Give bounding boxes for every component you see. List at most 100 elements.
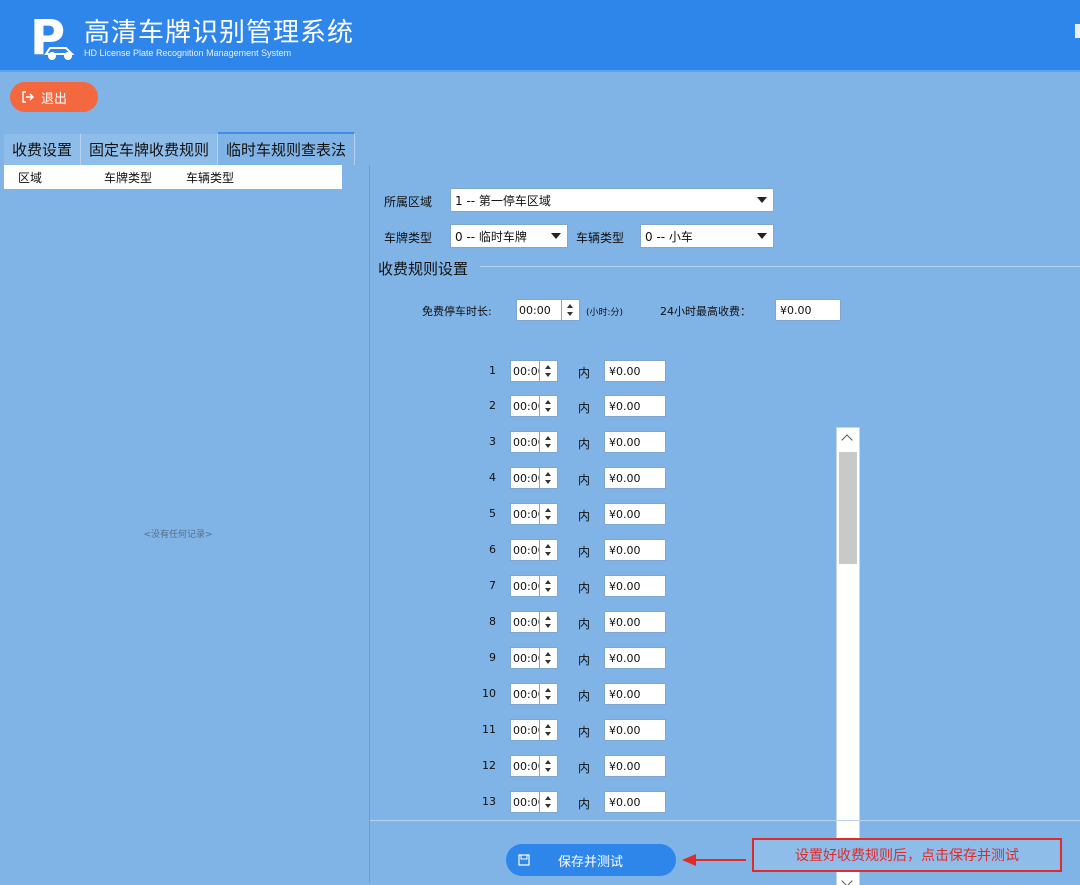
rule-fee-input[interactable]: ¥0.00	[604, 647, 666, 669]
rule-time-input[interactable]: 00:00	[510, 575, 540, 597]
tab-fixed-plate-rules[interactable]: 固定车牌收费规则	[81, 134, 219, 165]
rule-fee-input[interactable]: ¥0.00	[604, 395, 666, 417]
rule-time-value: 00:00	[513, 651, 539, 665]
rule-time-input[interactable]: 00:00	[510, 719, 540, 741]
area-select[interactable]: 1 -- 第一停车区域	[450, 188, 774, 212]
rule-fee-input[interactable]: ¥0.00	[604, 683, 666, 705]
vehicle-type-value: 0 -- 小车	[645, 229, 693, 244]
rule-time-stepper[interactable]	[540, 539, 558, 561]
rule-time-input[interactable]: 00:00	[510, 683, 540, 705]
rule-time-input[interactable]: 00:00	[510, 611, 540, 633]
rule-within-label: 内	[578, 401, 591, 415]
rule-index: 6	[489, 543, 496, 556]
rule-fee-input[interactable]: ¥0.00	[604, 791, 666, 813]
rule-time-stepper[interactable]	[540, 575, 558, 597]
app-header: P 高清车牌识别管理系统 HD License Plate Recognitio…	[0, 0, 1080, 72]
rule-time-stepper[interactable]	[540, 467, 558, 489]
rule-time-input[interactable]: 00:00	[510, 431, 540, 453]
window-control[interactable]	[1075, 24, 1080, 38]
free-time-input[interactable]: 00:00	[516, 299, 562, 321]
rule-row: 11 00:00 内 ¥0.00	[370, 719, 850, 743]
rule-time-stepper[interactable]	[540, 755, 558, 777]
rule-fee-input[interactable]: ¥0.00	[604, 611, 666, 633]
rule-time-input[interactable]: 00:00	[510, 539, 540, 561]
exit-button[interactable]: 退出	[10, 82, 98, 112]
rule-time-stepper[interactable]	[540, 647, 558, 669]
chevron-down-icon	[757, 233, 767, 239]
rule-time-stepper[interactable]	[540, 503, 558, 525]
column-area[interactable]: 区域	[4, 169, 104, 186]
rule-time-value: 00:00	[513, 399, 539, 413]
rule-fee-input[interactable]: ¥0.00	[604, 360, 666, 382]
rule-index: 5	[489, 507, 496, 520]
max-fee-input[interactable]: ¥0.00	[775, 299, 841, 321]
rule-index: 4	[489, 471, 496, 484]
rule-time-stepper[interactable]	[540, 719, 558, 741]
rule-row: 12 00:00 内 ¥0.00	[370, 755, 850, 779]
max-fee-label: 24小时最高收费：	[660, 305, 751, 318]
rule-row: 7 00:00 内 ¥0.00	[370, 575, 850, 599]
rule-within-label: 内	[578, 797, 591, 811]
rule-time-input[interactable]: 00:00	[510, 360, 540, 382]
rule-time-value: 00:00	[513, 471, 539, 485]
rule-time-input[interactable]: 00:00	[510, 755, 540, 777]
rule-time-stepper[interactable]	[540, 611, 558, 633]
plate-type-select[interactable]: 0 -- 临时车牌	[450, 224, 568, 248]
rule-fee-input[interactable]: ¥0.00	[604, 431, 666, 453]
free-time-stepper[interactable]	[562, 299, 580, 321]
rule-time-value: 00:00	[513, 723, 539, 737]
rule-index: 12	[482, 759, 496, 772]
rule-time-stepper[interactable]	[540, 683, 558, 705]
vehicle-type-select[interactable]: 0 -- 小车	[640, 224, 774, 248]
rule-fee-value: ¥0.00	[609, 471, 641, 485]
rule-time-stepper[interactable]	[540, 431, 558, 453]
rule-fee-input[interactable]: ¥0.00	[604, 755, 666, 777]
rule-time-value: 00:00	[513, 507, 539, 521]
tab-temp-vehicle-rules[interactable]: 临时车规则查表法	[218, 132, 356, 165]
rule-index: 10	[482, 687, 496, 700]
rule-time-input[interactable]: 00:00	[510, 791, 540, 813]
rule-time-value: 00:00	[513, 364, 539, 378]
rule-time-input[interactable]: 00:00	[510, 467, 540, 489]
tab-fee-settings[interactable]: 收费设置	[4, 134, 82, 165]
rule-row: 13 00:00 内 ¥0.00	[370, 791, 850, 815]
section-divider	[480, 266, 1080, 267]
rule-time-input[interactable]: 00:00	[510, 395, 540, 417]
rule-fee-value: ¥0.00	[609, 579, 641, 593]
rule-within-label: 内	[578, 761, 591, 775]
rule-index: 7	[489, 579, 496, 592]
rule-time-stepper[interactable]	[540, 360, 558, 382]
save-and-test-label: 保存并测试	[558, 854, 624, 870]
rule-time-stepper[interactable]	[540, 791, 558, 813]
rule-within-label: 内	[578, 617, 591, 631]
free-time-value: 00:00	[519, 303, 551, 317]
rule-fee-input[interactable]: ¥0.00	[604, 467, 666, 489]
rules-scrollbar[interactable]	[836, 427, 860, 885]
rule-time-stepper[interactable]	[540, 395, 558, 417]
rule-within-label: 内	[578, 366, 591, 380]
scroll-thumb[interactable]	[839, 452, 857, 564]
scroll-down-icon[interactable]	[837, 874, 859, 885]
rule-fee-input[interactable]: ¥0.00	[604, 503, 666, 525]
list-header: 区域 车牌类型 车辆类型	[4, 165, 342, 189]
column-plate-type[interactable]: 车牌类型	[104, 169, 186, 186]
column-vehicle-type[interactable]: 车辆类型	[186, 169, 276, 186]
rule-time-input[interactable]: 00:00	[510, 503, 540, 525]
rule-fee-value: ¥0.00	[609, 795, 641, 809]
rule-time-input[interactable]: 00:00	[510, 647, 540, 669]
rule-fee-input[interactable]: ¥0.00	[604, 539, 666, 561]
free-time-label: 免费停车时长:	[422, 305, 492, 318]
rule-index: 3	[489, 435, 496, 448]
save-and-test-button[interactable]: 保存并测试	[506, 844, 676, 876]
rule-fee-input[interactable]: ¥0.00	[604, 575, 666, 597]
plate-type-value: 0 -- 临时车牌	[455, 229, 527, 244]
scroll-up-icon[interactable]	[837, 428, 859, 448]
rule-fee-value: ¥0.00	[609, 651, 641, 665]
parking-logo-icon: P	[30, 10, 75, 62]
rule-time-value: 00:00	[513, 759, 539, 773]
rule-fee-value: ¥0.00	[609, 723, 641, 737]
rule-index: 2	[489, 399, 496, 412]
rule-fee-input[interactable]: ¥0.00	[604, 719, 666, 741]
chevron-down-icon	[757, 197, 767, 203]
rule-within-label: 内	[578, 581, 591, 595]
